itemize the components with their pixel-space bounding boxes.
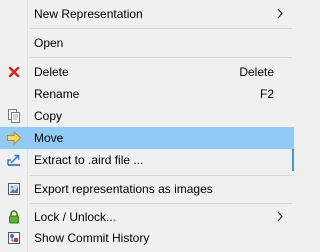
submenu-arrow-icon <box>277 8 283 19</box>
menu-item-label: Show Commit History <box>34 231 150 245</box>
menu-item-label: Copy <box>34 109 63 123</box>
extract-icon <box>7 154 20 166</box>
menu-item-label: Delete <box>34 65 69 79</box>
menu-item-label: New Representation <box>34 7 143 21</box>
menu-item-extract[interactable]: Extract to .aird file ... <box>0 149 294 171</box>
menu-item-label: Export representations as images <box>34 182 213 196</box>
menu-item-label: Open <box>34 36 64 50</box>
menu-item-label: Extract to .aird file ... <box>34 153 144 167</box>
menu-item-shortcut: F2 <box>259 87 274 101</box>
separator <box>30 175 292 176</box>
menu-item-show-commit-history[interactable]: Show Commit History <box>0 227 294 249</box>
menu-item-lock-unlock[interactable]: Lock / Unlock... <box>0 206 294 228</box>
delete-x-icon <box>8 66 20 78</box>
menu-item-delete[interactable]: Delete Delete <box>0 61 294 83</box>
menu-item-move[interactable]: Move <box>0 127 294 149</box>
separator <box>30 57 292 58</box>
menu-item-label: Move <box>34 131 64 145</box>
menu-item-export-images[interactable]: Export representations as images <box>0 178 294 200</box>
menu-item-copy[interactable]: Copy <box>0 105 294 127</box>
menu-item-rename[interactable]: Rename F2 <box>0 83 294 105</box>
menu-item-label: Rename <box>34 87 80 101</box>
separator <box>30 203 292 204</box>
separator <box>30 28 292 29</box>
menu-item-label: Lock / Unlock... <box>34 210 117 224</box>
commit-history-icon <box>8 232 20 244</box>
copy-icon <box>8 109 20 123</box>
submenu-arrow-icon <box>277 211 283 222</box>
export-image-icon <box>8 183 20 195</box>
lock-icon <box>9 210 19 224</box>
menu-item-open[interactable]: Open <box>0 32 294 54</box>
menu-item-new-representation[interactable]: New Representation <box>0 3 294 25</box>
menu-item-shortcut: Delete <box>239 65 274 79</box>
context-menu: New Representation Open Delete Delete Re… <box>0 0 294 252</box>
move-arrow-icon <box>7 130 22 146</box>
